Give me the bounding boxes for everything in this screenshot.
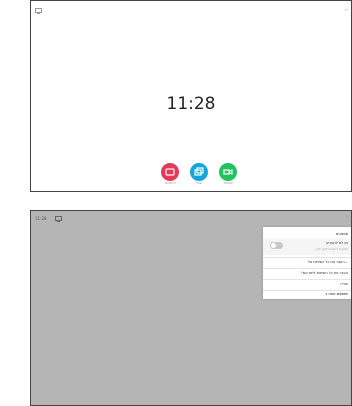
divider <box>263 279 351 280</box>
clock: 11:28 <box>166 94 216 114</box>
menu-item-open-webex[interactable]: פתח ב-webex <box>325 292 348 296</box>
call-label: התקשר <box>164 181 176 185</box>
copy-button[interactable] <box>219 163 237 181</box>
menu-item-forward-voicemail[interactable]: העבר את כל השיחות לתא קולי <box>302 271 348 275</box>
share-label: שתף <box>195 181 203 185</box>
do-not-disturb-toggle[interactable] <box>270 242 283 249</box>
home-screen: ‹› 11:28 התקשר שתף שכפול <box>30 0 352 192</box>
do-not-disturb-row[interactable]: נא לא להפריע הודעות הושבתו לזמן ידוע <box>263 238 351 255</box>
copy-label: שכפול <box>223 181 233 185</box>
camera-icon <box>223 169 233 175</box>
network-status-icon: ‹› <box>344 7 348 12</box>
divider <box>263 268 351 269</box>
menu-overlay-screen: 11:28 × מסמכים נא לא להפריע הודעות הושבת… <box>30 210 352 406</box>
call-button[interactable] <box>161 163 179 181</box>
share-button[interactable] <box>190 163 208 181</box>
status-time: 11:28 <box>35 216 47 221</box>
phone-icon <box>165 168 175 176</box>
device-status-icon <box>35 8 42 14</box>
divider <box>263 290 351 291</box>
dnd-subtitle: הודעות הושבתו לזמן ידוע <box>316 247 348 251</box>
close-icon[interactable]: × <box>346 214 349 219</box>
menu-item-help[interactable]: עזרה <box>340 282 348 286</box>
device-status-icon <box>55 216 62 222</box>
share-screen-icon <box>194 167 204 176</box>
context-menu: × מסמכים נא לא להפריע הודעות הושבתו לזמן… <box>263 214 351 299</box>
menu-header: מסמכים <box>336 232 348 236</box>
dnd-title: נא לא להפריע <box>326 241 348 245</box>
menu-item-forward-all[interactable]: העבר את כל השיחות אל... <box>308 260 348 264</box>
toggle-knob <box>271 243 276 248</box>
divider <box>263 257 351 258</box>
